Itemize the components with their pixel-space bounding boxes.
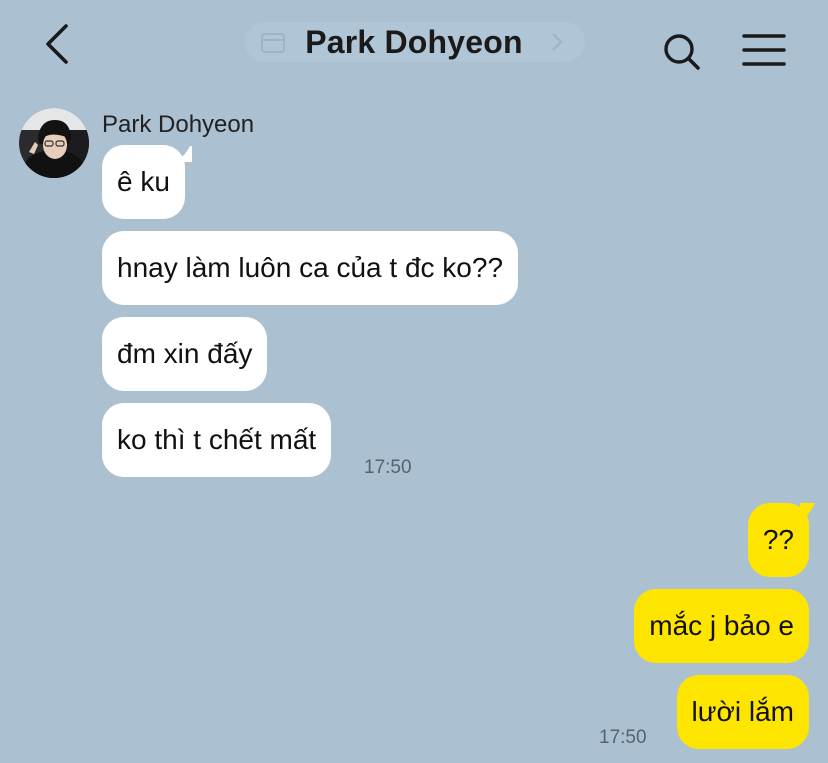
calendar-icon [261, 33, 285, 53]
outgoing-message-bubble[interactable]: lười lắm [676, 675, 809, 749]
back-button[interactable] [40, 22, 80, 66]
message-timestamp: 17:50 [364, 457, 412, 478]
incoming-message-bubble[interactable]: hnay làm luôn ca của t đc ko?? [102, 231, 519, 305]
avatar[interactable] [19, 108, 89, 178]
chat-header: Park Dohyeon [0, 0, 828, 92]
menu-button[interactable] [742, 32, 786, 68]
sender-name: Park Dohyeon [102, 111, 255, 138]
outgoing-message-bubble[interactable]: mắc j bảo e [634, 589, 809, 663]
chat-info-pill[interactable] [245, 22, 585, 62]
outgoing-message-bubble[interactable]: ?? [747, 503, 809, 577]
incoming-message-bubble[interactable]: ê ku [102, 145, 185, 219]
message-timestamp: 17:50 [599, 727, 647, 748]
chevron-left-icon [46, 24, 68, 64]
search-icon [664, 34, 700, 70]
chevron-right-icon [552, 33, 563, 51]
incoming-message-bubble[interactable]: ko thì t chết mất [102, 403, 332, 477]
hamburger-menu-icon [742, 34, 786, 66]
incoming-message-bubble[interactable]: đm xin đấy [102, 317, 268, 391]
profile-photo [19, 108, 89, 178]
search-button[interactable] [660, 30, 704, 74]
